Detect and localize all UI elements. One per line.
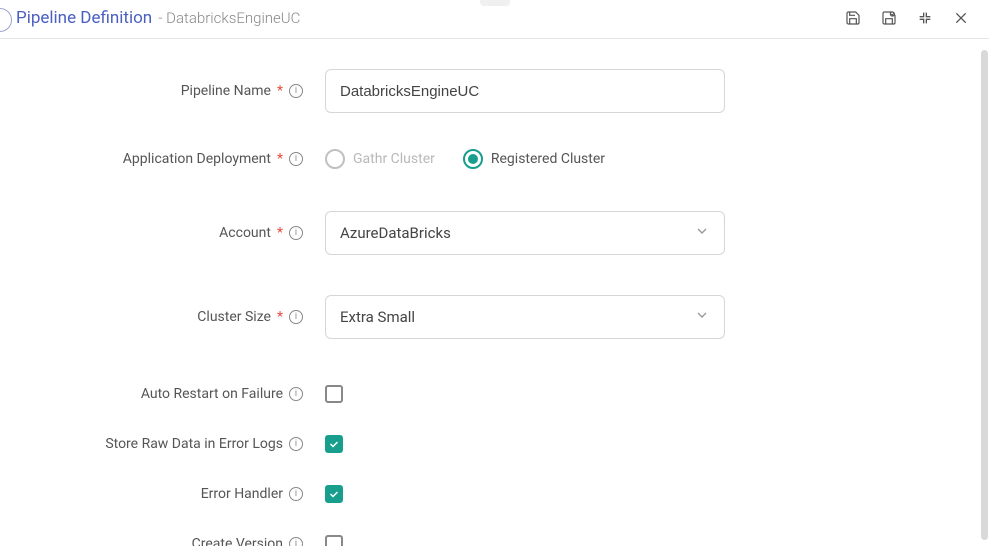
deployment-radio-group: Gathr Cluster Registered Cluster bbox=[325, 149, 725, 169]
header-actions bbox=[845, 10, 969, 26]
scrollbar[interactable] bbox=[981, 50, 988, 540]
error-handler-label-group: Error Handler i bbox=[20, 486, 325, 502]
auto-restart-checkbox[interactable] bbox=[325, 385, 343, 403]
gathr-cluster-radio[interactable]: Gathr Cluster bbox=[325, 149, 435, 169]
pipeline-name-input[interactable] bbox=[325, 69, 725, 113]
info-icon[interactable]: i bbox=[289, 387, 303, 401]
info-icon[interactable]: i bbox=[289, 437, 303, 451]
error-handler-label: Error Handler bbox=[201, 486, 283, 502]
radio-circle-icon bbox=[463, 149, 483, 169]
save-icon[interactable] bbox=[845, 10, 861, 26]
info-icon[interactable]: i bbox=[289, 152, 303, 166]
pipeline-name-label: Pipeline Name bbox=[181, 83, 271, 99]
required-marker: * bbox=[277, 309, 283, 325]
app-deployment-label-group: Application Deployment * i bbox=[20, 151, 325, 167]
info-icon[interactable]: i bbox=[289, 84, 303, 98]
create-version-row: Create Version i bbox=[20, 535, 949, 546]
app-deployment-label: Application Deployment bbox=[123, 151, 271, 167]
required-marker: * bbox=[277, 151, 283, 167]
panel-title: Pipeline Definition bbox=[16, 8, 152, 28]
store-raw-checkbox[interactable] bbox=[325, 435, 343, 453]
pipeline-name-label-group: Pipeline Name * i bbox=[20, 83, 325, 99]
info-icon[interactable]: i bbox=[289, 537, 303, 546]
create-version-label: Create Version bbox=[192, 536, 283, 546]
panel-subtitle: - DatabricksEngineUC bbox=[158, 9, 300, 27]
store-raw-row: Store Raw Data in Error Logs i bbox=[20, 435, 949, 453]
cluster-size-select[interactable]: Extra Small bbox=[325, 295, 725, 339]
auto-restart-label-group: Auto Restart on Failure i bbox=[20, 386, 325, 402]
auto-restart-label: Auto Restart on Failure bbox=[141, 386, 283, 402]
registered-cluster-radio[interactable]: Registered Cluster bbox=[463, 149, 605, 169]
error-handler-row: Error Handler i bbox=[20, 485, 949, 503]
cluster-size-label: Cluster Size bbox=[197, 309, 271, 325]
header-title-group: Pipeline Definition - DatabricksEngineUC bbox=[16, 8, 300, 28]
account-label-group: Account * i bbox=[20, 225, 325, 241]
save-as-icon[interactable] bbox=[881, 10, 897, 26]
info-icon[interactable]: i bbox=[289, 487, 303, 501]
collapse-icon[interactable] bbox=[917, 10, 933, 26]
required-marker: * bbox=[277, 225, 283, 241]
chevron-down-icon bbox=[694, 307, 710, 327]
gathr-cluster-label: Gathr Cluster bbox=[353, 151, 435, 167]
close-icon[interactable] bbox=[953, 10, 969, 26]
info-icon[interactable]: i bbox=[289, 226, 303, 240]
account-value: AzureDataBricks bbox=[340, 224, 451, 242]
auto-restart-row: Auto Restart on Failure i bbox=[20, 385, 949, 403]
cluster-size-value: Extra Small bbox=[340, 308, 415, 326]
drag-handle-top[interactable] bbox=[480, 0, 510, 6]
registered-cluster-label: Registered Cluster bbox=[491, 151, 605, 167]
form-container: Pipeline Name * i Application Deployment… bbox=[0, 39, 989, 546]
store-raw-label-group: Store Raw Data in Error Logs i bbox=[20, 436, 325, 452]
create-version-checkbox[interactable] bbox=[325, 535, 343, 546]
account-row: Account * i AzureDataBricks bbox=[20, 211, 949, 255]
account-select[interactable]: AzureDataBricks bbox=[325, 211, 725, 255]
chevron-down-icon bbox=[694, 223, 710, 243]
required-marker: * bbox=[277, 83, 283, 99]
info-icon[interactable]: i bbox=[289, 310, 303, 324]
cluster-size-label-group: Cluster Size * i bbox=[20, 309, 325, 325]
create-version-label-group: Create Version i bbox=[20, 536, 325, 546]
account-label: Account bbox=[219, 225, 271, 241]
store-raw-label: Store Raw Data in Error Logs bbox=[105, 436, 283, 452]
app-deployment-row: Application Deployment * i Gathr Cluster… bbox=[20, 149, 949, 169]
pipeline-name-row: Pipeline Name * i bbox=[20, 69, 949, 113]
error-handler-checkbox[interactable] bbox=[325, 485, 343, 503]
radio-circle-icon bbox=[325, 149, 345, 169]
cluster-size-row: Cluster Size * i Extra Small bbox=[20, 295, 949, 339]
